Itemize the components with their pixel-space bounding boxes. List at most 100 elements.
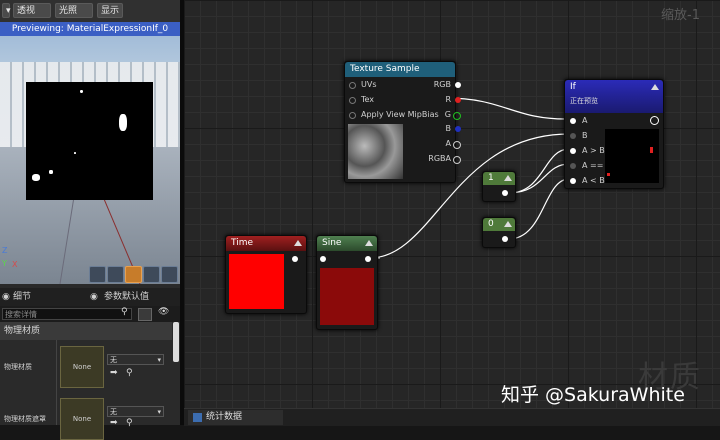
pin-label: RGBA	[428, 154, 451, 163]
pin-circle-icon	[570, 118, 576, 124]
chevron-down-icon: ▾	[157, 408, 161, 416]
asset-dropdown[interactable]: 无 ▾	[107, 406, 164, 417]
wire	[445, 97, 570, 120]
output-pin[interactable]	[502, 190, 508, 196]
category-header[interactable]: 物理材质	[0, 322, 172, 340]
input-pin-a-greater-b[interactable]: A > B	[570, 146, 605, 156]
input-pin-a[interactable]: A	[570, 116, 587, 126]
axis-label: X	[12, 260, 18, 269]
node-title: If	[570, 82, 576, 92]
show-button[interactable]: 显示	[97, 3, 123, 18]
cylinder-preview-icon[interactable]	[89, 266, 106, 283]
viewport-button-label: 透视	[17, 6, 36, 16]
sphere-preview-icon[interactable]	[107, 266, 124, 283]
pin-label: A	[445, 139, 451, 148]
asset-thumbnail[interactable]: None	[60, 398, 104, 440]
preview-mark	[650, 147, 653, 153]
left-panel: ▾ 透视 光照 显示 Previewing: MaterialExpressio…	[0, 0, 182, 440]
asset-thumbnail[interactable]: None	[60, 346, 104, 388]
node-subtitle: 正在预览	[570, 97, 598, 105]
axis-label: Z	[2, 246, 8, 255]
material-graph[interactable]: 缩放-1 材质 Texture Sample UVs Tex Apply Vie…	[184, 0, 720, 408]
output-pin[interactable]	[365, 256, 371, 262]
viewport-button-label: 光照	[59, 6, 78, 16]
tab-parameter-defaults[interactable]: 参数默认值	[104, 288, 149, 306]
pin-label: B	[445, 124, 452, 133]
output-pin[interactable]	[502, 236, 508, 242]
property-label: 物理材质遮罩	[4, 415, 46, 423]
chevron-down-icon: ▾	[157, 356, 161, 364]
use-selected-arrow-icon[interactable]: ➡	[110, 368, 118, 378]
if-node[interactable]: If 正在预览 A B A > B A == B A < B	[564, 79, 664, 189]
output-pin-rgb[interactable]: RGB	[411, 80, 461, 90]
param-tab-icon: ◉	[90, 292, 98, 302]
pin-circle-icon	[570, 163, 576, 169]
pin-circle-icon	[570, 178, 576, 184]
node-title: Texture Sample	[345, 62, 455, 77]
stats-icon	[193, 413, 202, 422]
input-pin-tex[interactable]: Tex	[349, 95, 374, 105]
output-pin-r[interactable]: R	[411, 95, 461, 105]
collapse-icon[interactable]	[651, 84, 659, 90]
search-icon: ⚲	[121, 307, 128, 317]
node-preview	[229, 254, 284, 309]
use-selected-arrow-icon[interactable]: ➡	[110, 418, 118, 428]
pin-label: RGB	[433, 80, 451, 89]
browse-icon[interactable]: ⚲	[126, 418, 133, 428]
constant-node-0[interactable]: 0	[482, 217, 516, 248]
details-tab-icon: ◉	[2, 292, 10, 302]
preview-viewport[interactable]: Previewing: MaterialExpressionIf_0 Z X Y	[0, 22, 180, 284]
tab-label: 统计数据	[206, 412, 243, 422]
browse-icon[interactable]: ⚲	[126, 368, 133, 378]
grid-view-icon[interactable]	[138, 308, 152, 321]
constant-node-1[interactable]: 1	[482, 171, 516, 202]
input-pin[interactable]	[320, 256, 326, 262]
custom-mesh-icon[interactable]	[161, 266, 178, 283]
pin-label: G	[444, 110, 451, 119]
mask-spot	[74, 152, 76, 154]
details-search-row: 搜索详情 ⚲ 👁	[0, 306, 180, 322]
time-node[interactable]: Time	[225, 235, 307, 314]
mask-spot	[119, 114, 127, 131]
tab-stats[interactable]: 统计数据	[188, 410, 283, 425]
collapse-icon[interactable]	[294, 240, 302, 246]
dropdown-value: 无	[110, 356, 117, 364]
collapse-icon[interactable]	[365, 240, 373, 246]
output-pin[interactable]	[650, 116, 659, 125]
output-pin-g[interactable]: G	[411, 110, 461, 120]
asset-dropdown[interactable]: 无 ▾	[107, 354, 164, 365]
viewport-menu-icon[interactable]: ▾	[2, 3, 11, 18]
output-pin-rgba[interactable]: RGBA	[411, 154, 461, 164]
viewport-button-label: 显示	[101, 6, 120, 16]
cube-preview-icon[interactable]	[143, 266, 160, 283]
mask-spot	[32, 174, 40, 181]
dropdown-value: 无	[110, 408, 117, 416]
status-bar: 统计数据	[184, 408, 720, 426]
collapse-icon[interactable]	[504, 175, 512, 181]
author-credit: 知乎 @SakuraWhite	[501, 384, 685, 406]
eye-icon[interactable]: 👁	[158, 307, 169, 317]
preview-title: Previewing: MaterialExpressionIf_0	[0, 22, 180, 36]
texture-thumbnail	[348, 124, 403, 179]
wire	[508, 163, 570, 194]
pin-label: R	[445, 95, 451, 104]
input-pin-uvs[interactable]: UVs	[349, 80, 377, 90]
collapse-icon[interactable]	[504, 221, 512, 227]
output-pin-b[interactable]: B	[411, 124, 461, 134]
search-input[interactable]: 搜索详情	[2, 308, 132, 320]
perspective-button[interactable]: 透视	[13, 3, 51, 18]
texture-sample-node[interactable]: Texture Sample UVs Tex Apply View MipBia…	[344, 61, 461, 183]
input-pin-a-less-b[interactable]: A < B	[570, 176, 605, 186]
tab-details[interactable]: 细节	[13, 288, 31, 306]
axis-label: Y	[2, 259, 7, 268]
output-pin[interactable]	[292, 256, 298, 262]
wire	[508, 178, 570, 240]
sine-node[interactable]: Sine	[316, 235, 378, 330]
lit-button[interactable]: 光照	[55, 3, 93, 18]
pin-label: A < B	[582, 176, 605, 185]
input-pin-b[interactable]: B	[570, 131, 588, 141]
output-pin-a[interactable]: A	[411, 139, 461, 149]
scrollbar[interactable]	[173, 322, 179, 362]
pin-label: B	[582, 131, 588, 140]
plane-preview-icon[interactable]	[125, 266, 142, 283]
